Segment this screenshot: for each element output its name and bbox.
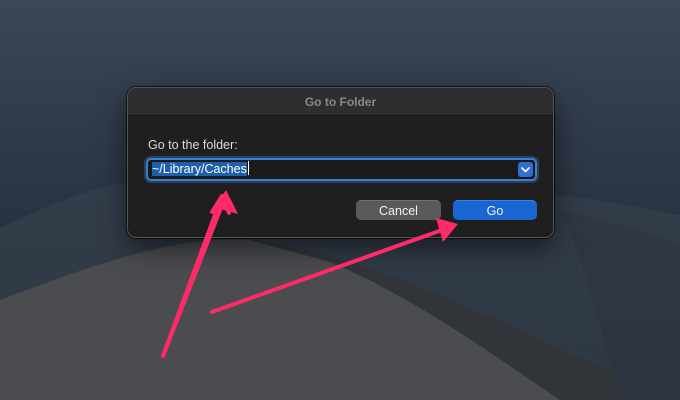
cancel-button[interactable]: Cancel <box>356 200 441 220</box>
dialog-title: Go to Folder <box>128 88 553 116</box>
desktop: Go to Folder Go to the folder: ~/Library… <box>0 0 680 400</box>
path-history-dropdown-button[interactable] <box>518 162 533 177</box>
path-field[interactable]: ~/Library/Caches <box>146 158 537 181</box>
prompt-label: Go to the folder: <box>148 138 238 152</box>
go-button[interactable]: Go <box>453 200 537 220</box>
go-to-folder-dialog: Go to Folder Go to the folder: ~/Library… <box>127 87 554 238</box>
text-caret <box>247 161 249 175</box>
path-input-value: ~/Library/Caches <box>152 162 247 176</box>
chevron-down-icon <box>521 166 530 172</box>
path-input[interactable]: ~/Library/Caches <box>152 161 512 178</box>
